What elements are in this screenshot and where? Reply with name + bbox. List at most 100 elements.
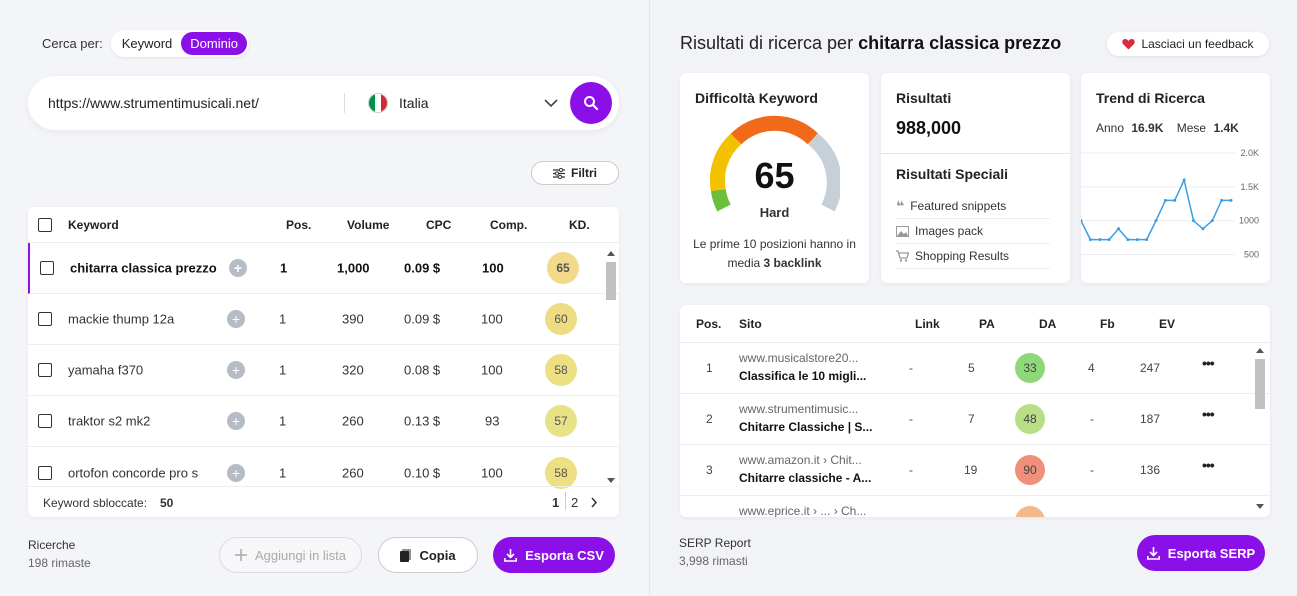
more-options-icon[interactable]: ••• [1202, 406, 1215, 422]
trend-point [1126, 238, 1130, 242]
y-tick-label: 500 [1244, 249, 1259, 259]
card-divider [881, 153, 1070, 154]
filters-label: Filtri [571, 166, 597, 180]
serp-site-url[interactable]: www.musicalstore20... [739, 351, 858, 365]
serp-report-label: SERP Report [679, 536, 751, 550]
col-kd[interactable]: KD. [569, 218, 590, 232]
col-pos[interactable]: Pos. [696, 317, 721, 331]
row-checkbox[interactable] [38, 414, 52, 428]
table-row[interactable]: mackie thump 12a + 1 390 0.09 $ 100 60 [28, 294, 619, 345]
table-row[interactable]: chitarra classica prezzo + 1 1,000 0.09 … [28, 243, 619, 294]
search-divider [344, 93, 345, 113]
scroll-down-icon[interactable] [1256, 504, 1264, 510]
more-options-icon[interactable]: ••• [1202, 457, 1215, 473]
scroll-up-icon[interactable] [607, 250, 615, 256]
row-checkbox[interactable] [38, 312, 52, 326]
difficulty-title: Difficoltà Keyword [695, 90, 818, 106]
domain-input[interactable]: https://www.strumentimusicali.net/ [48, 95, 259, 111]
add-keyword-icon[interactable]: + [229, 259, 247, 277]
serp-row[interactable]: 2 www.strumentimusic... Chitarre Classic… [680, 394, 1270, 445]
cpc-value: 0.08 $ [404, 362, 441, 378]
col-pos[interactable]: Pos. [286, 218, 311, 232]
feedback-label: Lasciaci un feedback [1141, 37, 1254, 51]
trend-point [1192, 219, 1195, 223]
serp-scrollbar[interactable] [1254, 347, 1266, 513]
country-select[interactable]: Italia [399, 95, 429, 111]
col-cpc[interactable]: CPC [426, 218, 451, 232]
col-da[interactable]: DA [1039, 317, 1056, 331]
scroll-down-icon[interactable] [607, 478, 615, 484]
col-link[interactable]: Link [915, 317, 940, 331]
add-keyword-icon[interactable]: + [227, 412, 245, 430]
comp-value: 100 [481, 465, 503, 480]
table-row[interactable]: yamaha f370 + 1 320 0.08 $ 100 58 [28, 345, 619, 396]
serp-ev: 187 [1140, 412, 1161, 426]
unlocked-count: 50 [160, 496, 174, 510]
results-title: Risultati di ricerca per chitarra classi… [680, 33, 1061, 54]
scroll-up-icon[interactable] [1256, 347, 1264, 353]
mode-keyword-option[interactable]: Keyword [113, 32, 182, 55]
results-count: 988,000 [896, 118, 962, 138]
serp-da-badge [1015, 506, 1045, 517]
month-label: Mese [1176, 121, 1207, 135]
serp-row[interactable]: 1 www.musicalstore20... Classifica le 10… [680, 343, 1270, 394]
search-button[interactable] [570, 82, 612, 124]
page-2-link[interactable]: 2 [571, 495, 578, 510]
serp-site-title[interactable]: Classifica le 10 migli... [739, 369, 866, 383]
search-mode-toggle[interactable]: Keyword Dominio [110, 30, 249, 57]
export-serp-button[interactable]: Esporta SERP [1137, 535, 1265, 571]
backlink-count: 3 backlink [763, 256, 822, 270]
row-checkbox[interactable] [38, 363, 52, 377]
serp-site-title[interactable]: Chitarre classiche - A... [739, 471, 871, 485]
col-volume[interactable]: Volume [347, 218, 389, 232]
serp-site-url[interactable]: www.strumentimusic... [739, 402, 858, 416]
serp-pa: 19 [964, 463, 978, 477]
add-keyword-icon[interactable]: + [227, 463, 245, 482]
year-label: Anno [1096, 121, 1125, 135]
y-tick-label: 1000 [1239, 216, 1259, 226]
search-bar: https://www.strumentimusicali.net/ Itali… [28, 76, 619, 130]
trend-point [1163, 198, 1167, 202]
page-1-link[interactable]: 1 [552, 495, 559, 510]
mode-domain-option[interactable]: Dominio [181, 32, 247, 55]
comp-value: 100 [481, 311, 503, 327]
serp-row[interactable]: 3 www.amazon.it › Chit... Chitarre class… [680, 445, 1270, 496]
export-csv-button[interactable]: Esporta CSV [493, 537, 615, 573]
volume-value: 260 [342, 465, 364, 480]
col-site[interactable]: Sito [739, 317, 762, 331]
keyword-scrollbar[interactable] [605, 250, 617, 486]
add-keyword-icon[interactable]: + [227, 361, 245, 379]
feedback-button[interactable]: Lasciaci un feedback [1107, 32, 1269, 56]
scrollbar-thumb[interactable] [1255, 359, 1265, 409]
add-keyword-icon[interactable]: + [227, 310, 245, 328]
row-checkbox[interactable] [38, 465, 52, 480]
serp-row[interactable]: www.eprice.it › ... › Ch... [680, 496, 1270, 517]
table-row[interactable]: traktor s2 mk2 + 1 260 0.13 $ 93 57 [28, 396, 619, 447]
keyword-difficulty-card: Difficoltà Keyword 65 Hard Le prime 10 p… [680, 73, 869, 283]
serp-site-url[interactable]: www.eprice.it › ... › Ch... [739, 504, 866, 517]
trend-point [1098, 238, 1102, 242]
serp-pos: 2 [706, 412, 713, 426]
chevron-down-icon[interactable] [544, 95, 558, 111]
row-checkbox[interactable] [40, 261, 54, 275]
copy-button[interactable]: Copia [378, 537, 478, 573]
col-pa[interactable]: PA [979, 317, 995, 331]
col-fb[interactable]: Fb [1100, 317, 1115, 331]
serp-site-url[interactable]: www.amazon.it › Chit... [739, 453, 862, 467]
difficulty-score: 65 [754, 155, 795, 196]
chevron-right-icon[interactable] [590, 497, 598, 508]
select-all-checkbox[interactable] [38, 217, 52, 232]
copy-icon [400, 548, 412, 562]
col-comp[interactable]: Comp. [490, 218, 527, 232]
trend-point [1154, 219, 1158, 223]
more-options-icon[interactable]: ••• [1202, 355, 1215, 371]
col-keyword[interactable]: Keyword [68, 218, 119, 232]
month-value: 1.4K [1213, 121, 1239, 135]
serp-site-title[interactable]: Chitarre Classiche | S... [739, 420, 872, 434]
add-to-list-button[interactable]: Aggiungi in lista [219, 537, 362, 573]
volume-value: 320 [342, 362, 364, 378]
copy-label: Copia [419, 547, 456, 563]
filters-button[interactable]: Filtri [531, 161, 619, 185]
scrollbar-thumb[interactable] [606, 262, 616, 300]
col-ev[interactable]: EV [1159, 317, 1175, 331]
